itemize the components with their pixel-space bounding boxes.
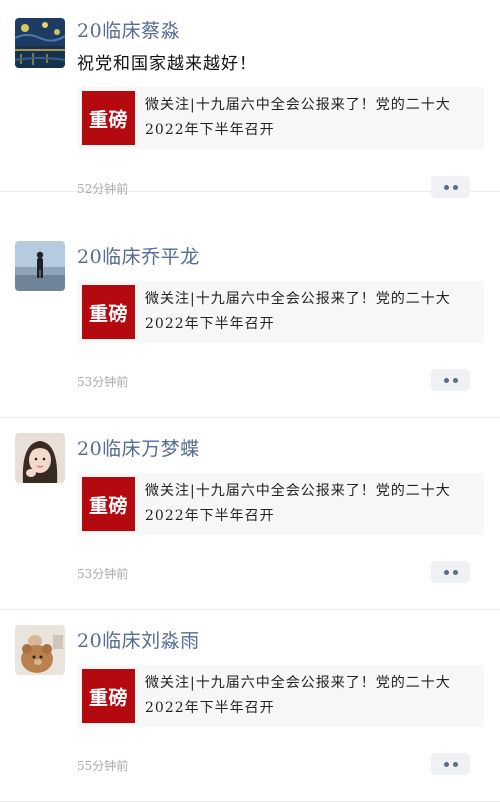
article-title: 微关注|十九届六中全会公报来了！党的二十大2022年下半年召开 <box>145 291 451 332</box>
post-timestamp: 52分钟前 <box>77 182 129 196</box>
article-thumbnail: 重磅 <box>82 669 135 723</box>
starry-night-avatar-icon[interactable] <box>15 18 65 68</box>
article-title: 微关注|十九届六中全会公报来了！党的二十大2022年下半年召开 <box>145 483 451 524</box>
more-dots-icon <box>443 569 449 575</box>
post-text: 祝党和国家越来越好！ <box>77 54 257 74</box>
article-thumbnail: 重磅 <box>82 91 135 145</box>
more-button[interactable] <box>431 561 470 583</box>
article-thumbnail: 重磅 <box>82 477 135 531</box>
post-nickname[interactable]: 20临床乔平龙 <box>77 242 200 269</box>
shared-article-card[interactable]: 重磅 微关注|十九届六中全会公报来了！党的二十大2022年下半年召开 <box>78 473 484 535</box>
shared-article-card[interactable]: 重磅 微关注|十九届六中全会公报来了！党的二十大2022年下半年召开 <box>78 87 484 149</box>
more-dots-icon <box>443 184 449 190</box>
more-dots-icon <box>452 761 458 767</box>
more-button[interactable] <box>431 176 470 198</box>
more-dots-icon <box>452 569 458 575</box>
shared-article-card[interactable]: 重磅 微关注|十九届六中全会公报来了！党的二十大2022年下半年召开 <box>78 665 484 727</box>
person-walking-avatar-icon[interactable] <box>15 241 65 291</box>
teddy-bear-avatar-icon[interactable] <box>15 625 65 675</box>
article-title: 微关注|十九届六中全会公报来了！党的二十大2022年下半年召开 <box>145 675 451 716</box>
more-dots-icon <box>452 377 458 383</box>
more-dots-icon <box>452 184 458 190</box>
post-timestamp: 55分钟前 <box>77 759 129 773</box>
moment-post: 20临床乔平龙 重磅 微关注|十九届六中全会公报来了！党的二十大2022年下半年… <box>0 226 500 418</box>
post-timestamp: 53分钟前 <box>77 375 129 389</box>
girl-portrait-avatar-icon[interactable] <box>15 433 65 483</box>
post-nickname[interactable]: 20临床万梦蝶 <box>77 434 200 461</box>
article-title: 微关注|十九届六中全会公报来了！党的二十大2022年下半年召开 <box>145 97 451 138</box>
more-button[interactable] <box>431 369 470 391</box>
post-nickname[interactable]: 20临床蔡淼 <box>77 16 180 43</box>
more-dots-icon <box>443 377 449 383</box>
moment-post: 20临床蔡淼 祝党和国家越来越好！ 重磅 微关注|十九届六中全会公报来了！党的二… <box>0 0 500 198</box>
more-button[interactable] <box>431 753 470 775</box>
article-thumbnail: 重磅 <box>82 285 135 339</box>
more-dots-icon <box>443 761 449 767</box>
post-timestamp: 53分钟前 <box>77 567 129 581</box>
moment-post: 20临床万梦蝶 重磅 微关注|十九届六中全会公报来了！党的二十大2022年下半年… <box>0 418 500 610</box>
shared-article-card[interactable]: 重磅 微关注|十九届六中全会公报来了！党的二十大2022年下半年召开 <box>78 281 484 343</box>
post-nickname[interactable]: 20临床刘淼雨 <box>77 626 200 653</box>
moment-post: 20临床刘淼雨 重磅 微关注|十九届六中全会公报来了！党的二十大2022年下半年… <box>0 610 500 802</box>
